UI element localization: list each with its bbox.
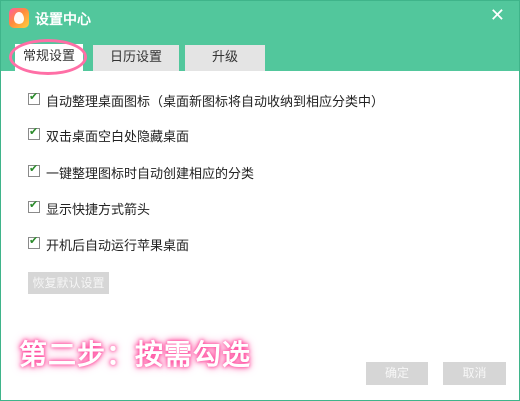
window-title: 设置中心: [35, 12, 91, 28]
app-logo-icon: [9, 8, 29, 28]
ok-button[interactable]: 确定: [366, 362, 428, 385]
close-icon[interactable]: ✕: [490, 6, 505, 26]
checkbox[interactable]: [28, 162, 40, 177]
cancel-button[interactable]: 取消: [443, 362, 506, 385]
tab-highlight-annotation: [9, 39, 87, 75]
step-annotation-text: 第二步：按需勾选: [19, 338, 252, 371]
checkbox[interactable]: [28, 125, 40, 140]
checkbox[interactable]: [28, 198, 40, 213]
tab-upgrade[interactable]: 升级: [185, 45, 265, 71]
checkbox[interactable]: [28, 90, 40, 105]
checkbox[interactable]: [28, 234, 40, 249]
restore-defaults-button[interactable]: 恢复默认设置: [28, 272, 109, 294]
tab-calendar[interactable]: 日历设置: [93, 45, 179, 71]
settings-window: 设置中心 ✕ 常规设置 日历设置 升级 自动整理桌面图标（桌面新图标将自动收纳到…: [0, 0, 520, 401]
